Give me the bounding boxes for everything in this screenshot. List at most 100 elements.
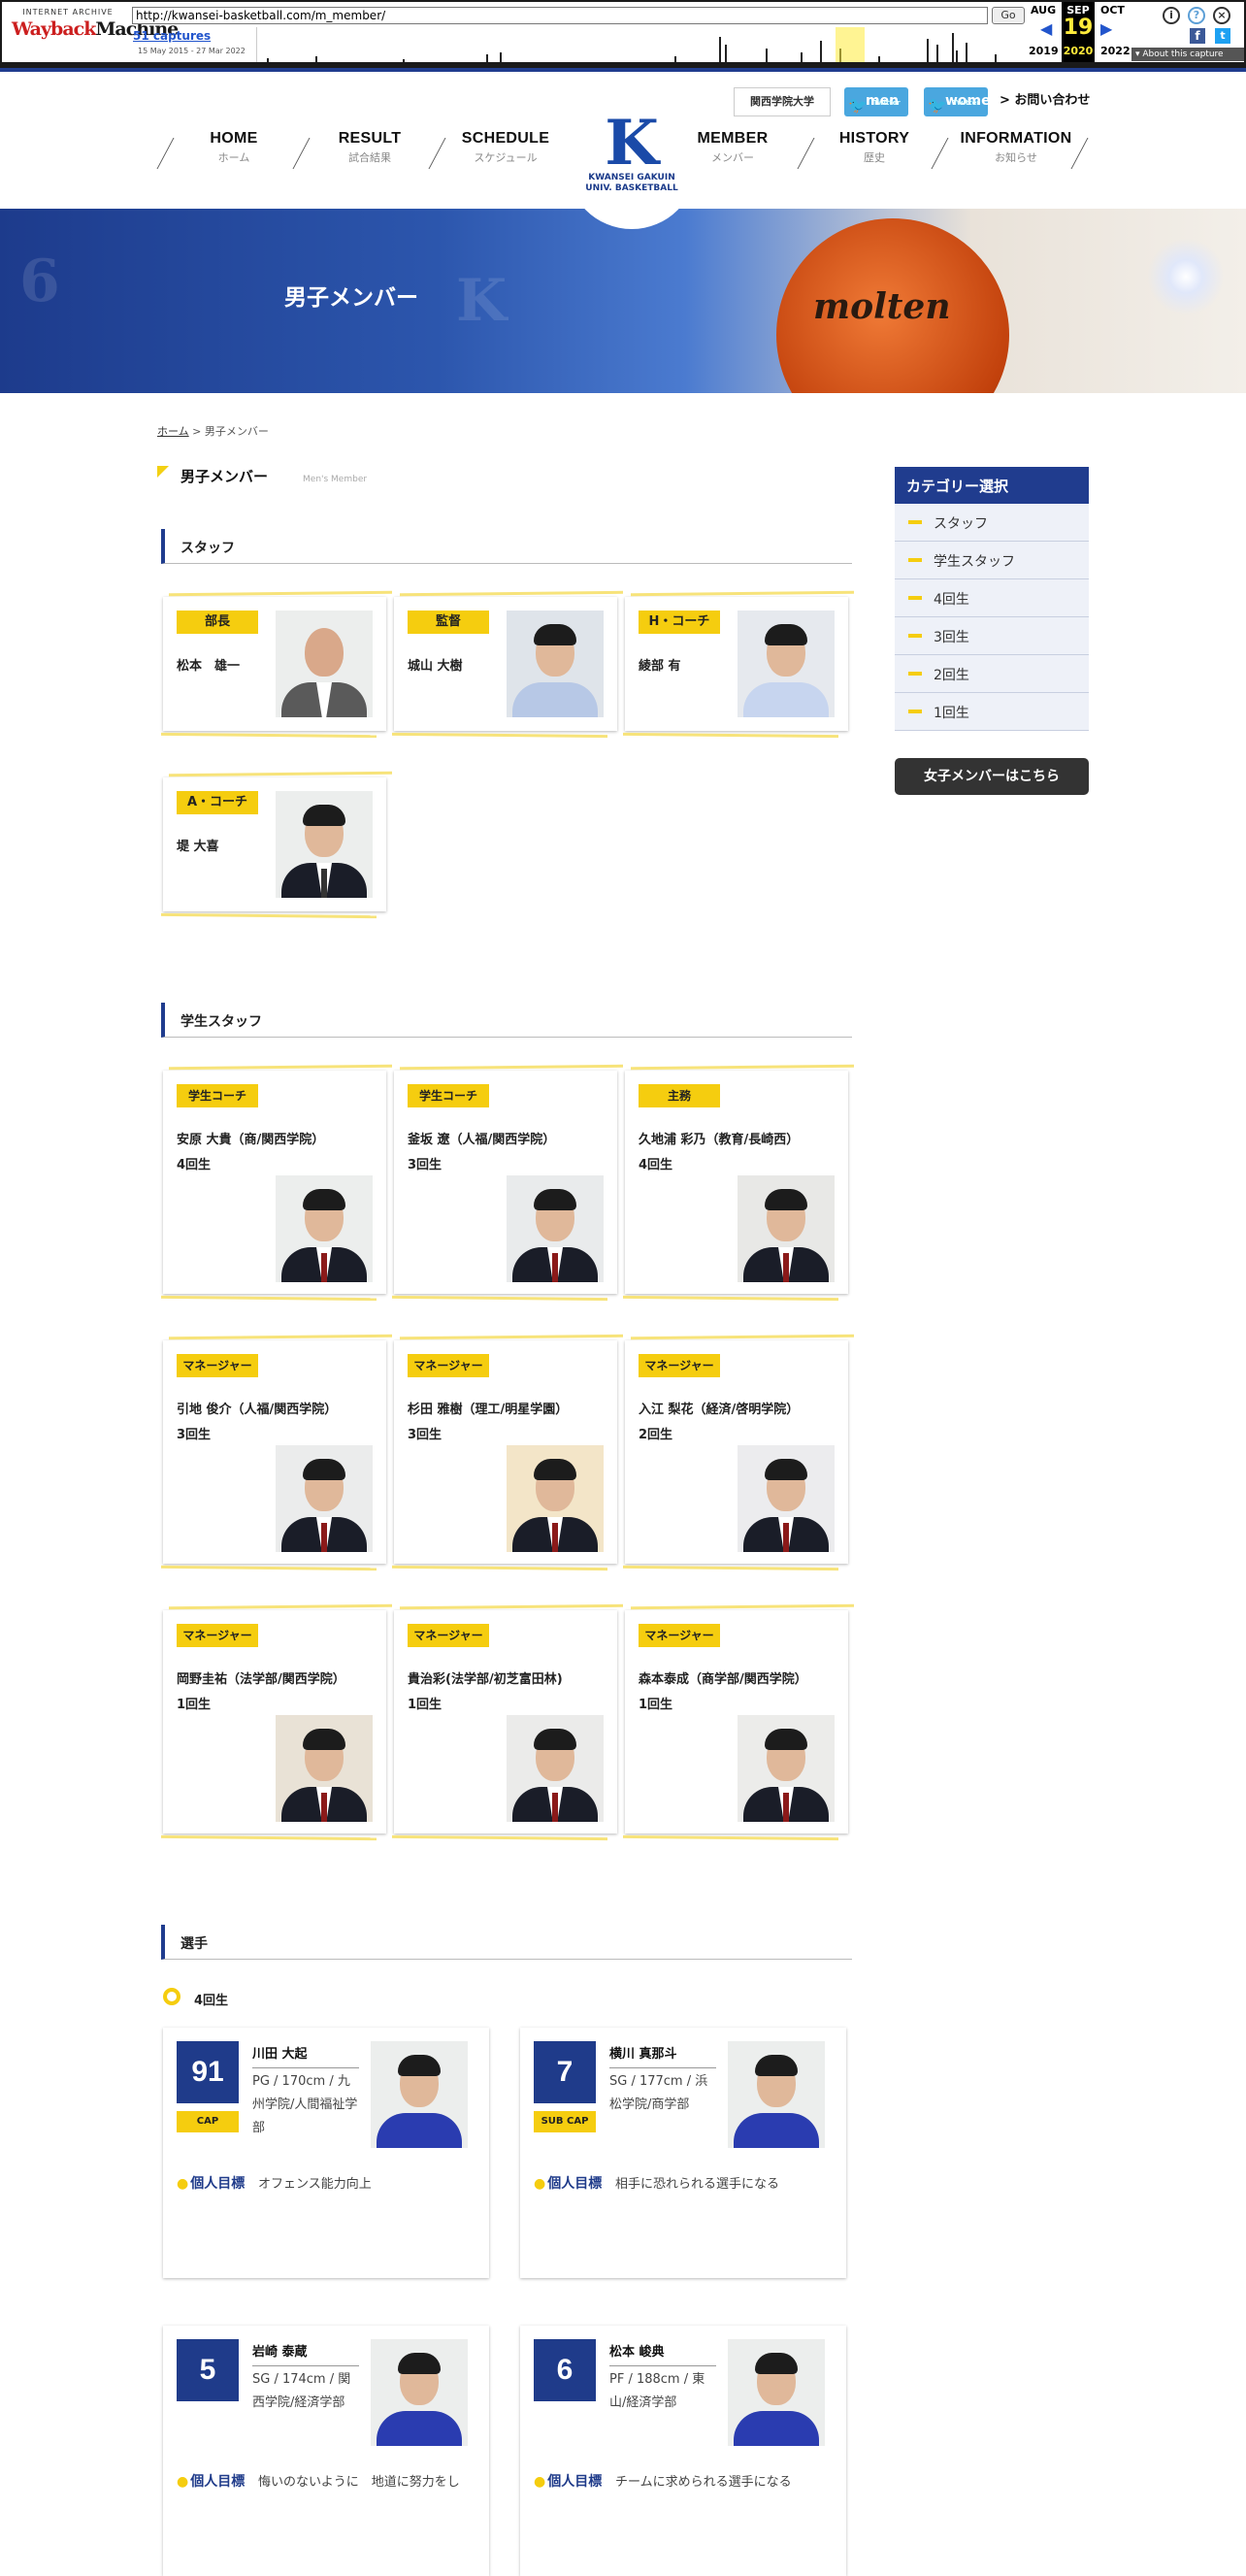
page-banner: 6 K molten 男子メンバー — [0, 209, 1246, 393]
student-staff-role: マネージャー — [639, 1354, 720, 1377]
student-staff-photo — [738, 1445, 835, 1552]
student-staff-photo — [507, 1445, 604, 1552]
nav-information-jp: お知らせ — [995, 151, 1037, 164]
player-name: 横川 真那斗 — [609, 2043, 716, 2068]
student-staff-year: 2回生 — [639, 1428, 673, 1442]
about-capture-button[interactable]: ▾ About this capture — [1131, 48, 1244, 61]
prev-month[interactable]: AUG — [1031, 4, 1056, 17]
nav-history-en: HISTORY — [838, 130, 910, 147]
student-staff-photo — [507, 1715, 604, 1822]
student-staff-photo — [738, 1175, 835, 1282]
sidebar-item-2nd-year[interactable]: 2回生 — [895, 655, 1089, 693]
close-icon[interactable]: × — [1213, 7, 1230, 24]
player-number: 5 — [177, 2339, 239, 2401]
student-staff-photo — [276, 1445, 373, 1552]
banner-title: 男子メンバー — [284, 285, 418, 311]
capture-bar — [820, 41, 822, 62]
nav-information[interactable]: INFORMATION お知らせ — [953, 130, 1079, 165]
sidebar-item-staff[interactable]: スタッフ — [895, 504, 1089, 542]
student-staff-photo — [276, 1175, 373, 1282]
student-staff-year: 4回生 — [177, 1158, 212, 1172]
facebook-icon[interactable]: f — [1190, 28, 1205, 44]
staff-role: 監督 — [408, 611, 489, 634]
help-icon[interactable]: ? — [1188, 7, 1205, 24]
twitter-icon[interactable]: t — [1215, 28, 1230, 44]
ball-brand: molten — [813, 286, 951, 327]
student-staff-name: 久地浦 彩乃（教育/長崎西） — [639, 1133, 800, 1147]
wayback-sparkline[interactable] — [256, 27, 1025, 62]
players-year-text: 4回生 — [194, 1994, 229, 2008]
wayback-captures-link[interactable]: 51 captures — [133, 29, 211, 43]
sidebar-item-1st-year[interactable]: 1回生 — [895, 693, 1089, 731]
section-student-staff: 学生スタッフ — [161, 1003, 852, 1038]
goal-icon: ● — [177, 2474, 189, 2490]
logo-k-letter: K — [605, 107, 659, 180]
sidebar-item-3rd-year[interactable]: 3回生 — [895, 617, 1089, 655]
player-name: 岩崎 泰蔵 — [252, 2341, 359, 2366]
twitter-men-small: Twitter — [873, 99, 901, 107]
wayback-go-button[interactable]: Go — [992, 7, 1025, 24]
goal-label: ● 個人目標 — [534, 2471, 602, 2491]
site-logo[interactable]: K KWANSEI GAKUIN UNIV. BASKETBALL — [567, 105, 697, 229]
nav-history-jp: 歴史 — [864, 151, 885, 164]
staff-photo — [507, 611, 604, 717]
capture-bar — [500, 52, 502, 62]
prev-year[interactable]: 2019 — [1029, 45, 1059, 57]
capture-bar — [315, 56, 317, 62]
breadcrumb-current: 男子メンバー — [204, 425, 269, 438]
capture-bar — [674, 56, 676, 62]
student-staff-year: 1回生 — [408, 1698, 443, 1712]
nav-schedule-jp: スケジュール — [474, 151, 538, 164]
user-icon[interactable]: i — [1163, 7, 1180, 24]
breadcrumb: ホーム > 男子メンバー — [157, 423, 269, 439]
capture-bar — [267, 58, 269, 62]
twitter-bird-icon: 🐦 — [928, 96, 947, 115]
next-year[interactable]: 2022 — [1100, 45, 1131, 57]
player-goal: チームに求められる選手になる — [615, 2475, 792, 2490]
capture-bar — [927, 39, 929, 62]
student-staff-photo — [507, 1175, 604, 1282]
player-photo — [728, 2041, 825, 2148]
staff-card: 監督 城山 大樹 — [394, 597, 617, 731]
capture-bar — [878, 56, 880, 62]
staff-role: 部長 — [177, 611, 258, 634]
kwansei-univ-link[interactable]: 関西学院大学 — [734, 87, 831, 116]
staff-role: H・コーチ — [639, 611, 720, 634]
student-staff-year: 3回生 — [408, 1428, 443, 1442]
nav-home[interactable]: HOME ホーム — [171, 130, 297, 165]
prev-capture-icon[interactable]: ◀ — [1040, 19, 1052, 38]
student-staff-role: 学生コーチ — [408, 1084, 489, 1107]
student-staff-name: 引地 俊介（人福/関西学院） — [177, 1403, 338, 1417]
section-staff: スタッフ — [161, 529, 852, 564]
next-month[interactable]: OCT — [1100, 4, 1125, 17]
player-goal: オフェンス能力向上 — [258, 2177, 372, 2192]
twitter-men-link[interactable]: 🐦 Twitter men — [844, 87, 908, 116]
sidebar-item-4th-year[interactable]: 4回生 — [895, 579, 1089, 617]
page-title: 男子メンバー Men's Member — [157, 466, 367, 486]
student-staff-name: 杉田 雅樹（理工/明星学園） — [408, 1403, 569, 1417]
contact-link[interactable]: > お問い合わせ — [1000, 89, 1090, 108]
nav-home-en: HOME — [210, 130, 258, 147]
goal-icon: ● — [534, 2474, 546, 2490]
breadcrumb-home[interactable]: ホーム — [157, 425, 189, 438]
wayback-calendar: AUG ◀ 2019 SEP 19 2020 OCT ▶ 2022 — [1027, 2, 1133, 62]
player-goal: 相手に恐れられる選手になる — [615, 2177, 780, 2192]
capture-bar — [486, 54, 488, 62]
nav-history[interactable]: HISTORY 歴史 — [811, 130, 937, 165]
next-capture-icon[interactable]: ▶ — [1100, 19, 1112, 38]
logo-line2: UNIV. BASKETBALL — [585, 183, 678, 193]
player-goal: 悔いのないように 地道に努力をし — [258, 2475, 460, 2490]
sidebar-item-student-staff[interactable]: 学生スタッフ — [895, 542, 1089, 579]
nav-schedule[interactable]: SCHEDULE スケジュール — [443, 130, 569, 165]
staff-role: A・コーチ — [177, 791, 258, 814]
wayback-logo[interactable]: INTERNET ARCHIVE WaybackMachine — [12, 8, 179, 52]
capture-bar — [719, 37, 721, 62]
wayback-url-input[interactable]: http://kwansei-basketball.com/m_member/ — [132, 7, 988, 24]
women-members-button[interactable]: 女子メンバーはこちら — [895, 758, 1089, 795]
player-tag: CAP — [177, 2111, 239, 2132]
nav-result[interactable]: RESULT 試合結果 — [307, 130, 433, 165]
twitter-women-link[interactable]: 🐦 Twitter women — [924, 87, 1000, 116]
staff-name: 堤 大喜 — [177, 840, 219, 854]
basketball-image: molten — [776, 218, 1009, 393]
sidebar-header: カテゴリー選択 — [895, 467, 1089, 504]
